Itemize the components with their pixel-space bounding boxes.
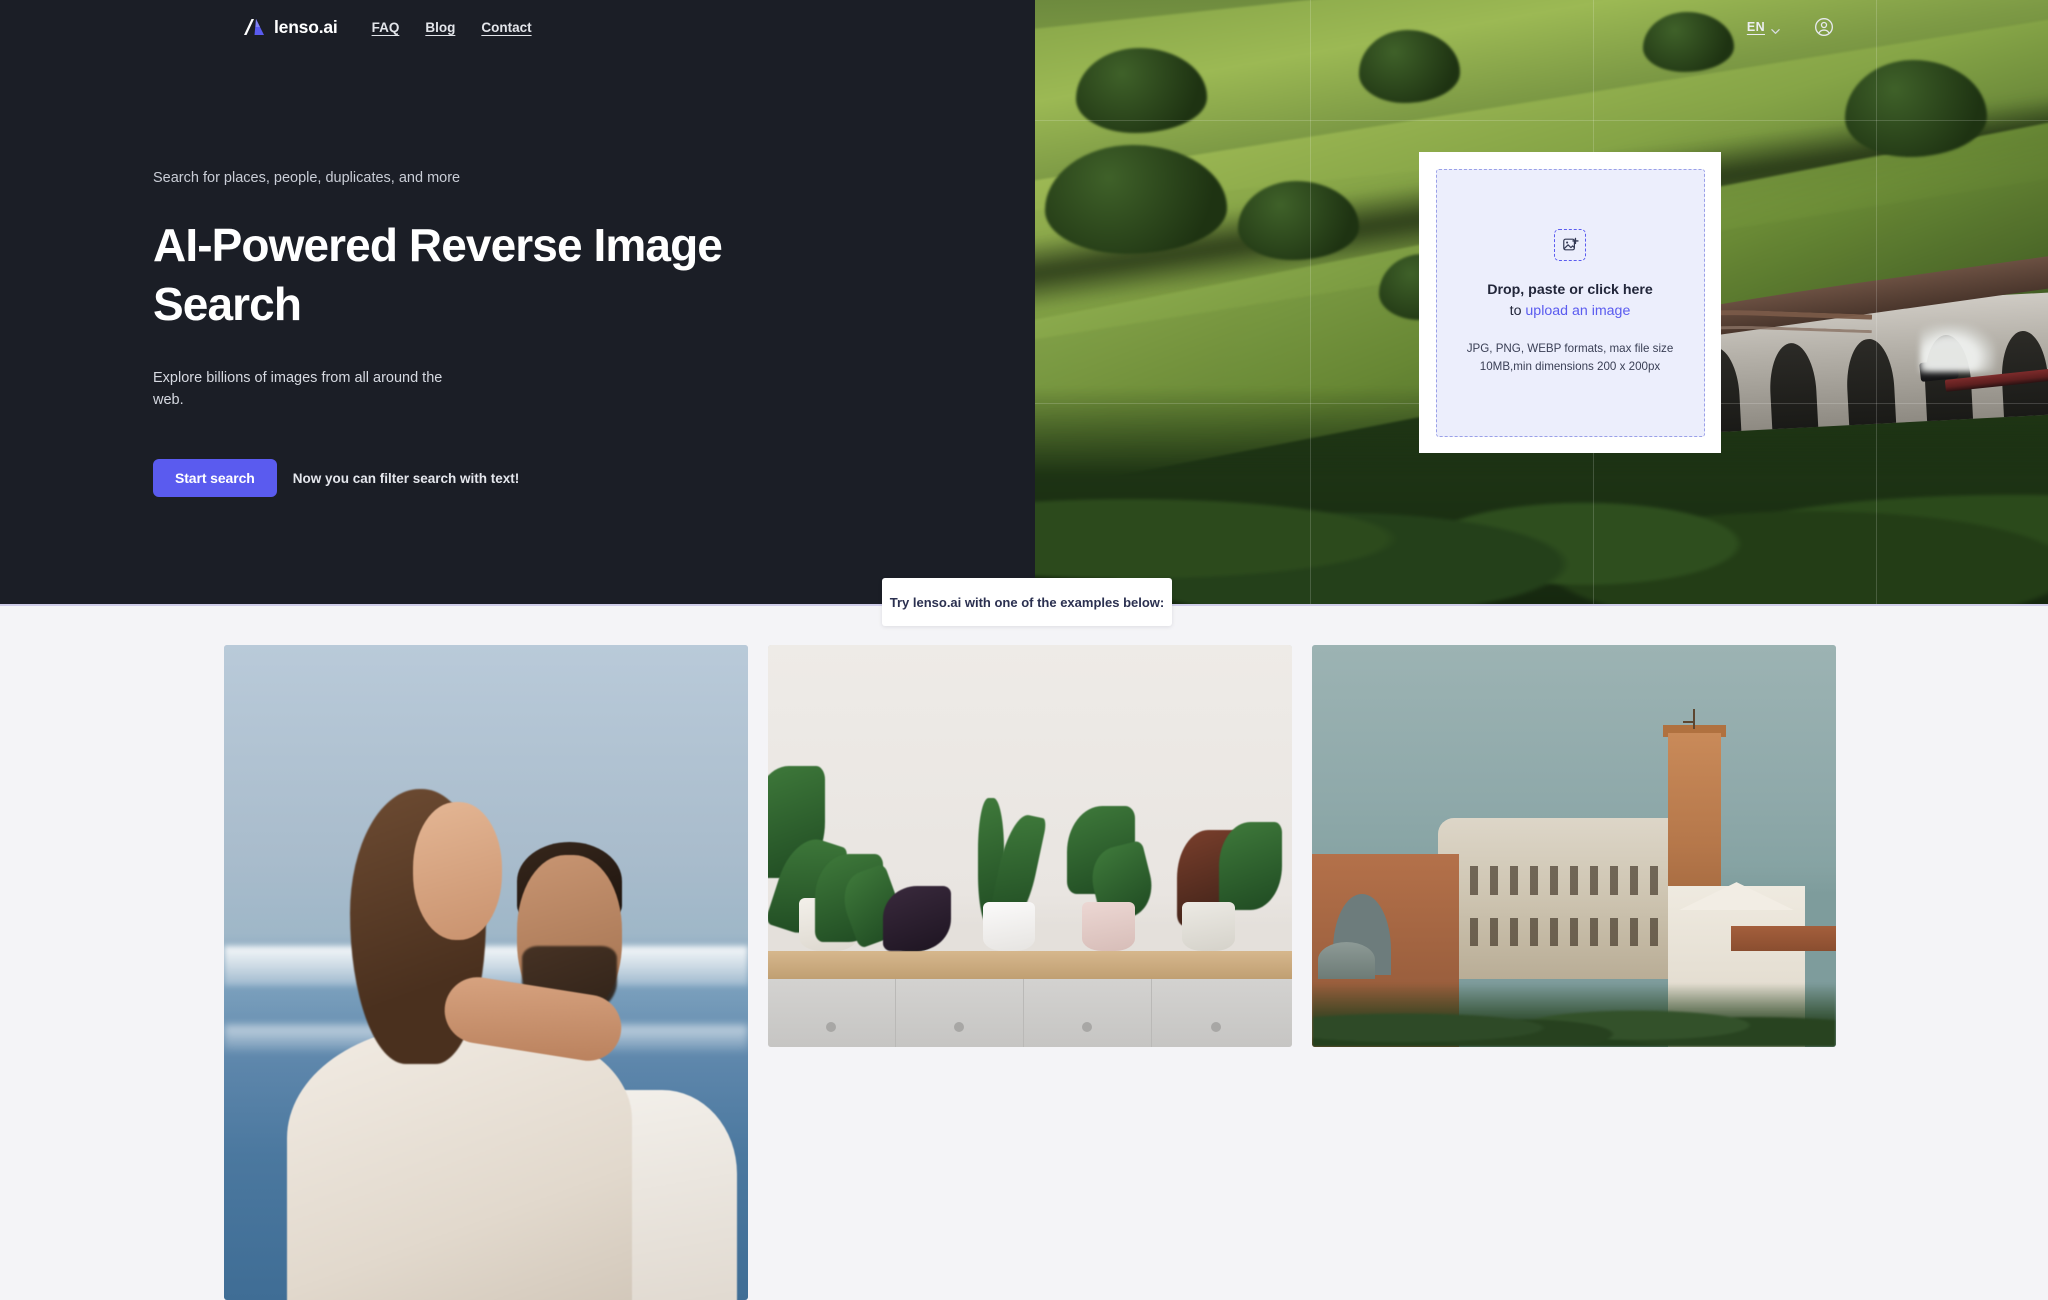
header-actions: EN bbox=[1747, 17, 1834, 37]
language-label: EN bbox=[1747, 20, 1765, 34]
hero-eyebrow: Search for places, people, duplicates, a… bbox=[153, 170, 873, 186]
cta-note: Now you can filter search with text! bbox=[293, 471, 520, 486]
upload-constraints: JPG, PNG, WEBP formats, max file size 10… bbox=[1463, 340, 1678, 376]
example-tile-couple-on-beach[interactable] bbox=[224, 645, 748, 1300]
hero-section: lenso.ai FAQ Blog Contact EN bbox=[0, 0, 2048, 604]
examples-gallery: FUJIFILM bbox=[224, 645, 1836, 1300]
start-search-button[interactable]: Start search bbox=[153, 459, 277, 497]
hero-copy: Search for places, people, duplicates, a… bbox=[153, 170, 873, 497]
nav-link-blog[interactable]: Blog bbox=[425, 20, 455, 35]
houseplants-photo bbox=[768, 645, 1293, 1047]
brand-logo[interactable]: lenso.ai bbox=[243, 17, 338, 38]
page-title: AI-Powered Reverse Image Search bbox=[153, 216, 813, 334]
upload-dropzone[interactable]: Drop, paste or click here to upload an i… bbox=[1436, 169, 1705, 437]
upload-prompt: Drop, paste or click here to upload an i… bbox=[1487, 280, 1653, 321]
nav-link-contact[interactable]: Contact bbox=[481, 20, 531, 35]
brand-name: lenso.ai bbox=[274, 17, 338, 38]
user-circle-icon[interactable] bbox=[1814, 17, 1834, 37]
lenso-logo-icon bbox=[243, 18, 265, 36]
couple-on-beach-photo bbox=[224, 645, 748, 1300]
chevron-down-icon bbox=[1771, 23, 1780, 32]
rome-colosseum-photo bbox=[1312, 645, 1836, 1047]
lenso-landing-page: lenso.ai FAQ Blog Contact EN bbox=[0, 0, 2048, 1300]
gallery-row-1 bbox=[224, 645, 1836, 1300]
examples-note: Try lenso.ai with one of the examples be… bbox=[882, 578, 1172, 626]
hero-cta-row: Start search Now you can filter search w… bbox=[153, 459, 873, 497]
language-selector[interactable]: EN bbox=[1747, 20, 1780, 34]
example-tile-houseplants[interactable] bbox=[768, 645, 1293, 1047]
primary-nav: FAQ Blog Contact bbox=[372, 20, 532, 35]
hero-subtitle: Explore billions of images from all arou… bbox=[153, 368, 443, 412]
nav-link-faq[interactable]: FAQ bbox=[372, 20, 400, 35]
upload-prompt-line1: Drop, paste or click here bbox=[1487, 282, 1653, 298]
upload-an-image-link[interactable]: upload an image bbox=[1525, 303, 1630, 319]
upload-panel: Drop, paste or click here to upload an i… bbox=[1419, 152, 1721, 453]
image-upload-icon bbox=[1554, 229, 1586, 261]
upload-prompt-to: to bbox=[1510, 303, 1526, 319]
site-header: lenso.ai FAQ Blog Contact EN bbox=[0, 0, 2048, 54]
example-tile-rome-colosseum[interactable] bbox=[1312, 645, 1836, 1047]
